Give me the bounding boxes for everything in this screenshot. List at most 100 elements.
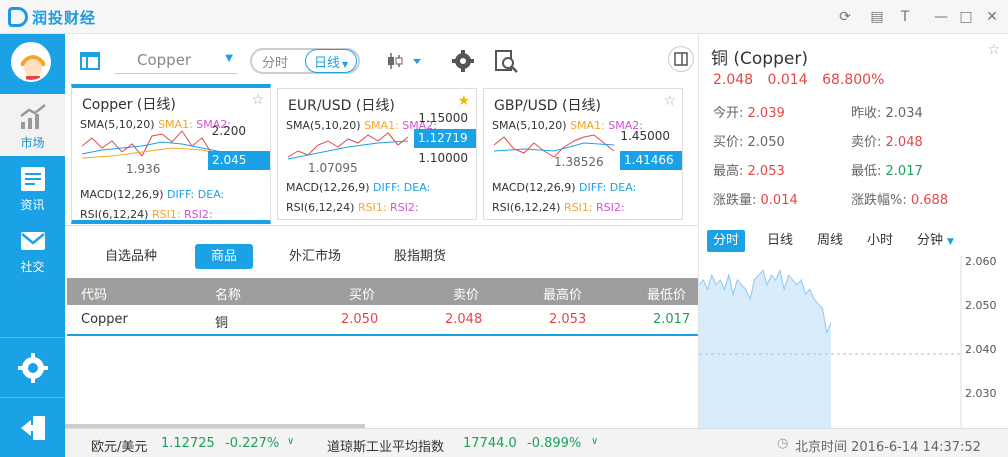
card-price-low: 1.936 [126,162,161,176]
row-high: 2.053 [549,312,587,327]
sidebar-item-market[interactable]: 市场 [0,94,65,156]
intraday-chart[interactable]: 2.060 2.050 2.040 2.030 [699,256,1008,428]
card-eurusd[interactable]: EUR/USD (日线) ★ SMA(5,10,20) SMA1: SMA2: … [277,88,477,220]
toggle-daily[interactable]: 日线 ▼ [305,49,357,73]
kv-high: 最高: 2.053 [713,160,785,179]
card-macd: MACD(12,26,9) DIFF: DEA: [492,181,636,194]
ticker-dow-value: 17744.0 [463,436,517,451]
search-report-icon[interactable] [493,48,519,74]
star-icon[interactable]: ☆ [251,92,264,108]
kv-label: 昨收: [851,106,882,121]
y-tick-label: 2.040 [965,343,997,356]
star-icon[interactable]: ☆ [663,93,676,109]
dea-label: DEA: [197,188,225,201]
clock-icon: ◷ [777,436,789,451]
card-macd: MACD(12,26,9) DIFF: DEA: [286,181,430,194]
diff-label: DIFF: [373,181,401,194]
sma1-label: SMA1: [364,119,399,132]
card-price-low: 1.38526 [554,155,604,169]
sidebar-item-label: 社交 [20,260,45,274]
detail-price: 2.048 [713,72,754,88]
logout-button[interactable] [0,397,65,457]
tab-index-futures[interactable]: 股指期货 [378,244,462,269]
settings-icon[interactable] [450,48,476,74]
font-size-icon[interactable]: T [896,8,914,26]
period-minutes-label: 分钟 [917,233,944,248]
row-bid: 2.050 [341,312,379,327]
col-code[interactable]: 代码 [81,284,107,303]
toolbar: Copper ▼ 分时 日线 ▼ [65,34,698,84]
minimize-icon[interactable]: — [932,8,950,26]
table-row[interactable]: Copper 铜 2.050 2.048 2.053 2.017 [67,305,698,336]
rsi2-label: RSI2: [184,208,213,221]
card-copper[interactable]: Copper (日线) ☆ SMA(5,10,20) SMA1: SMA2: 2… [71,84,271,224]
chart-style-menu[interactable] [383,50,435,72]
close-icon[interactable]: ✕ [983,8,1001,26]
logo-text: 润投财经 [32,8,97,27]
chevron-down-icon[interactable]: ∨ [591,436,598,447]
tab-watchlist[interactable]: 自选品种 [89,244,173,269]
period-minute-chart[interactable]: 分时 [707,230,746,252]
card-rsi: RSI(6,12,24) RSI1: RSI2: [492,201,625,214]
app-logo: 润投财经 [8,7,96,27]
product-select-value: Copper [137,51,192,69]
col-ask[interactable]: 卖价 [453,284,479,303]
expand-panel-icon[interactable] [668,46,694,72]
col-high[interactable]: 最高价 [543,284,582,303]
quote-table: 代码 名称 买价 卖价 最高价 最低价 Copper 铜 2.050 2.048… [67,278,698,336]
layout-icon[interactable]: ▤ [868,8,886,26]
rsi-label: RSI(6,12,24) [286,201,355,214]
card-gbpusd[interactable]: GBP/USD (日线) ☆ SMA(5,10,20) SMA1: SMA2: … [483,88,683,220]
y-tick-label: 2.050 [965,299,997,312]
logo-icon [8,7,28,27]
period-weekly[interactable]: 周线 [811,230,849,252]
toggle-minute[interactable]: 分时 [262,52,288,71]
watchlist-icon[interactable] [79,50,101,72]
col-bid[interactable]: 买价 [349,284,375,303]
col-low[interactable]: 最低价 [647,284,686,303]
kv-value: 0.688 [910,193,949,208]
kv-label: 最高: [713,164,744,179]
refresh-icon[interactable]: ⟳ [836,8,854,26]
rsi2-label: RSI2: [390,201,419,214]
detail-change-pct: 68.800% [822,72,885,88]
period-toggle[interactable]: 分时 日线 ▼ [250,48,360,74]
tab-commodities[interactable]: 商品 [195,244,254,269]
kv-open: 今开: 2.039 [713,102,785,121]
y-tick-label: 2.030 [965,387,997,400]
card-title: EUR/USD (日线) [288,98,395,114]
product-select[interactable]: Copper ▼ [115,48,237,74]
macd-label: MACD(12,26,9) [80,188,164,201]
ticker-eurusd-label[interactable]: 欧元/美元 [91,436,147,455]
tab-forex[interactable]: 外汇市场 [273,244,357,269]
kv-value: 2.034 [885,106,923,121]
star-icon[interactable]: ☆ [987,42,1000,58]
kv-prev-close: 昨收: 2.034 [851,102,923,121]
detail-title: 铜 (Copper) [711,49,808,69]
chevron-down-icon[interactable]: ∨ [287,436,294,447]
maximize-icon[interactable]: □ [957,8,975,26]
sma-label: SMA(5,10,20) [286,119,361,132]
kv-ask: 卖价: 2.048 [851,131,923,150]
sidebar-item-news[interactable]: 资讯 [0,156,65,218]
ticker-eurusd-change: -0.227% [225,436,280,451]
rsi1-label: RSI1: [357,201,387,214]
avatar[interactable] [11,42,51,82]
diff-label: DIFF: [167,188,195,201]
period-tabs: 分时 日线 周线 小时 分钟 ▼ [707,228,1008,254]
sma1-label: SMA1: [570,119,605,132]
star-filled-icon[interactable]: ★ [457,93,470,109]
ticker-dow-label[interactable]: 道琼斯工业平均指数 [327,436,444,455]
period-hourly[interactable]: 小时 [861,230,899,252]
sma1-label: SMA1: [158,118,193,131]
card-price-high: 1.15000 [418,111,468,125]
kv-label: 今开: [713,106,744,121]
col-name[interactable]: 名称 [215,284,241,303]
settings-button[interactable] [0,337,65,397]
period-daily[interactable]: 日线 [761,230,799,252]
card-price-low: 1.07095 [308,161,358,175]
sidebar-item-social[interactable]: 社交 [0,218,65,280]
period-minutes[interactable]: 分钟 ▼ [911,230,960,252]
gear-icon [17,353,48,383]
news-icon [20,167,45,191]
